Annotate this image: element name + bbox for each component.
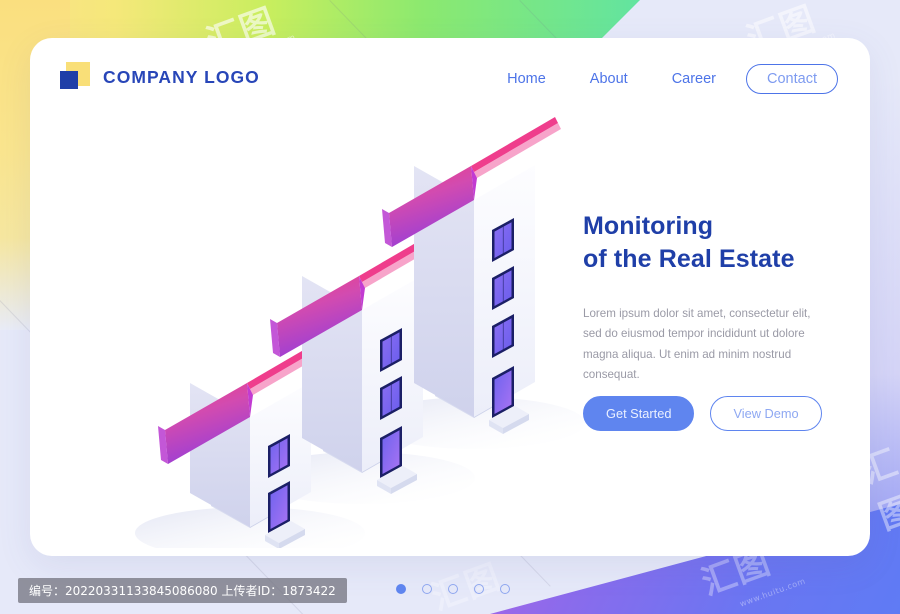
screenshot-stage: 汇图 www.huitu.com 汇图 www.huitu.com 汇图 汇图 …: [0, 0, 900, 614]
hero-cta-group: Get Started View Demo: [583, 396, 822, 431]
view-demo-button[interactable]: View Demo: [710, 396, 822, 431]
hero-copy: Monitoring of the Real Estate Lorem ipsu…: [583, 210, 843, 386]
headline-line-2: of the Real Estate: [583, 245, 795, 274]
hero-card: COMPANY LOGO Home About Career Contact M…: [30, 38, 870, 556]
carousel-dot-5[interactable]: [500, 584, 510, 594]
hero-paragraph: Lorem ipsum dolor sit amet, consectetur …: [583, 306, 811, 382]
hero-illustration: [115, 78, 585, 548]
stock-id-bar: 编号：20220331133845086080 上传者ID：1873422: [18, 578, 347, 603]
carousel-dot-4[interactable]: [474, 584, 484, 594]
carousel-pagination: [396, 584, 510, 594]
square-logo-icon: [60, 62, 90, 92]
page-title: Monitoring of the Real Estate: [583, 210, 843, 277]
carousel-dot-3[interactable]: [448, 584, 458, 594]
get-started-button[interactable]: Get Started: [583, 396, 695, 431]
nav-contact-button[interactable]: Contact: [746, 64, 838, 94]
headline-line-1: Monitoring: [583, 212, 714, 240]
nav-link-career[interactable]: Career: [650, 71, 738, 87]
carousel-dot-2[interactable]: [422, 584, 432, 594]
carousel-dot-1[interactable]: [396, 584, 406, 594]
